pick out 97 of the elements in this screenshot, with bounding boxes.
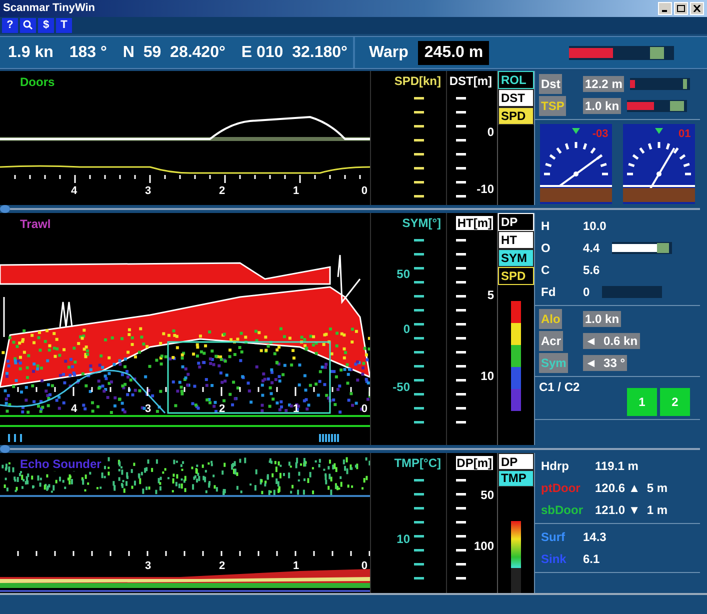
axis-label: 4 (70, 403, 78, 416)
scale-label: SPD[kn] (393, 74, 442, 88)
level-knob (670, 101, 684, 112)
scale-value: 50 (396, 266, 410, 281)
mode-button[interactable]: SYM (498, 249, 534, 268)
readout-value: 120.6 ▲ 5 m (595, 481, 668, 496)
readout-value: 5.6 (583, 263, 600, 278)
maximize-icon (677, 4, 685, 12)
heading-reading: 183 ° (69, 44, 107, 62)
axis-label: 3 (144, 403, 152, 416)
readout-label: Sink (541, 552, 566, 566)
readout-value: 119.1 m (595, 459, 638, 474)
mode-button[interactable]: SPD (498, 107, 534, 126)
readout-label: Sym (541, 356, 566, 370)
scale-label: DP[m] (456, 456, 493, 470)
axis-label: 0 (361, 185, 368, 198)
axis-label: 2 (218, 185, 226, 198)
readout-value: 6.1 (583, 552, 600, 566)
readout-value: 0 (583, 285, 590, 300)
readout-label: Dst (541, 77, 560, 92)
toolbar-button[interactable]: $ (38, 18, 54, 33)
panel-handle-icon[interactable] (0, 205, 10, 214)
readout-value: 12.2 m (583, 76, 624, 92)
readout-label: Surf (541, 530, 565, 544)
readout-label: Fd (541, 285, 556, 300)
readout-label: TSP (541, 99, 564, 114)
scale-label: SYM[°] (401, 216, 442, 230)
level-knob (683, 79, 688, 90)
close-icon (693, 4, 701, 12)
scale-label: DST[m] (448, 74, 493, 88)
mode-button[interactable]: DST (498, 89, 534, 108)
axis-label: 1 (292, 403, 300, 416)
gauge-reading: -03 (592, 128, 608, 140)
axis-label: 3 (144, 560, 152, 572)
axis-label: 1 (292, 560, 300, 572)
readout-label: ptDoor (541, 481, 580, 496)
close-button[interactable] (690, 2, 704, 15)
search-icon (23, 20, 33, 30)
readout-value: 10.0 (583, 219, 606, 234)
scale-label: TMP[°C] (393, 456, 442, 470)
readout-label: Hdrp (541, 459, 569, 474)
mode-button[interactable]: SPD (498, 267, 534, 286)
readout-value: 1.0 kn (583, 311, 622, 328)
readout-value: 121.0 ▼ 1 m (595, 503, 668, 518)
readout-label: sbDoor (541, 503, 583, 518)
panel-title: Doors (18, 75, 57, 90)
readout-label: C (541, 263, 550, 278)
axis-label: 3 (144, 185, 152, 198)
scale-value: 100 (474, 538, 494, 553)
toolbar-button[interactable]: T (56, 18, 72, 33)
scale-value: 50 (480, 488, 494, 502)
readout-value: ◄ 33 ° (583, 355, 628, 372)
readout-value: 14.3 (583, 530, 606, 544)
axis-label: 2 (218, 403, 226, 416)
maximize-button[interactable] (674, 2, 688, 15)
empty-track (602, 286, 662, 298)
axis-label: 1 (292, 185, 300, 198)
scale-label: HT[m] (456, 216, 493, 230)
scale-value: -50 (392, 380, 410, 394)
axis-label: 2 (218, 560, 226, 572)
switch-label: C1 / C2 (539, 380, 580, 394)
scale-value: 10 (480, 368, 494, 383)
readout-label: Alo (541, 312, 560, 326)
scale-value: 10 (396, 532, 410, 546)
scale-value: 5 (487, 288, 494, 302)
longitude-reading: E 010 32.180° (241, 44, 348, 62)
gauge-reading: 01 (678, 128, 691, 140)
axis-label: 4 (70, 185, 78, 198)
scale-value: 0 (403, 322, 410, 336)
warp-label: Warp (369, 44, 408, 62)
warp-value: 245.0 m (418, 40, 490, 65)
panel-title: Echo Sounder (18, 457, 104, 472)
readout-value: 1.0 kn (583, 98, 622, 114)
latitude-reading: N 59 28.420° (122, 44, 226, 62)
mode-button[interactable]: HT (498, 231, 534, 250)
axis-label: 0 (361, 403, 368, 416)
readout-label: H (541, 219, 550, 234)
readout-value: ◄ 0.6 kn (583, 333, 640, 350)
warp-knob (650, 46, 664, 59)
toolbar-button[interactable]: ? (2, 18, 18, 33)
slider-thumb[interactable] (656, 243, 669, 254)
axis-label: 0 (361, 560, 368, 572)
readout-value: 4.4 (583, 241, 600, 256)
window-title: Scanmar TinyWin (3, 2, 96, 14)
mode-button[interactable]: DP (498, 453, 534, 470)
minimize-button[interactable] (658, 2, 672, 15)
scale-value: 0 (487, 124, 494, 139)
scale-value: -10 (476, 182, 494, 196)
speed-reading: 1.9 kn (8, 44, 54, 62)
panel-title: Trawl (18, 217, 53, 232)
mode-button[interactable]: TMP (498, 470, 534, 487)
mode-button[interactable]: DP (498, 213, 534, 232)
mode-button[interactable]: ROL (498, 71, 534, 90)
readout-label: O (541, 241, 550, 256)
panel-handle-icon[interactable] (0, 445, 10, 454)
search-button[interactable] (20, 18, 36, 33)
readout-label: Acr (541, 334, 562, 348)
